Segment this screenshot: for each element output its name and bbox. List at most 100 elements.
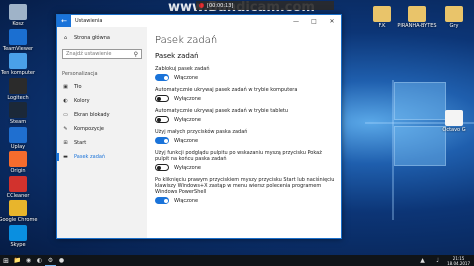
desktop-icon-label: Steam [9, 119, 27, 125]
toggle-state: Włączone [174, 197, 199, 204]
setting-option: Automatycznie ukrywaj pasek zadań w tryb… [155, 87, 337, 102]
toggle-knob [164, 75, 168, 80]
desktop-icon-label: Octavo G [442, 127, 466, 133]
desktop-icon[interactable]: Skype [0, 224, 38, 248]
desktop-icon[interactable]: Google Chrome [0, 200, 38, 223]
toggle-row: Wyłączone [155, 95, 337, 102]
nav-item[interactable]: ▣ Tło [57, 80, 147, 94]
setting-label: Automatycznie ukrywaj pasek zadań w tryb… [155, 108, 289, 114]
toggle-switch[interactable] [155, 137, 169, 144]
desktop-icon[interactable]: PIRANHA-BYTES [397, 6, 437, 29]
uplay-icon [9, 126, 27, 143]
nav-home[interactable]: ⌂ Strona główna [57, 31, 147, 45]
setting-option: Użyj funkcji podglądu pulpitu po wskazan… [155, 150, 337, 171]
setting-label: Automatycznie ukrywaj pasek zadań w tryb… [155, 87, 298, 93]
desktop-icon-label: Gry [449, 23, 459, 29]
desktop-icon[interactable]: Kosz [0, 4, 38, 27]
computer-icon [9, 53, 27, 69]
clock[interactable]: 21:15 18.04.2017 [447, 256, 470, 266]
desktop-icon[interactable]: CCleaner [0, 175, 38, 199]
settings-taskbar-icon[interactable]: ⚙ [45, 255, 56, 266]
setting-label: Po kliknięciu prawym przyciskiem myszy p… [155, 177, 335, 195]
toggle-state: Wyłączone [174, 95, 201, 102]
taskbar-icon: ▬ [63, 154, 68, 160]
desktop-icon[interactable]: Logitech [0, 77, 38, 101]
desktop-icon[interactable]: Gry [434, 6, 474, 29]
desktop-icon-label: Kosz [12, 21, 24, 27]
file-explorer-icon[interactable]: 📁 [12, 255, 23, 266]
bandicam-taskbar-icon[interactable]: ● [56, 255, 67, 266]
back-arrow-icon[interactable]: ← [57, 15, 71, 27]
picture-icon: ▣ [63, 84, 68, 90]
steam-icon [9, 102, 27, 118]
toggle-state: Wyłączone [174, 116, 201, 123]
desktop-icon[interactable]: Steam [0, 102, 38, 125]
desktop-icon-label: Logitech [7, 94, 29, 101]
toggle-switch[interactable] [155, 95, 169, 102]
chrome-taskbar-icon[interactable]: ◉ [23, 255, 34, 266]
toggle-state: Włączone [174, 137, 199, 144]
toggle-knob [157, 117, 161, 122]
toggle-switch[interactable] [155, 116, 169, 123]
toggle-row: Wyłączone [155, 116, 337, 123]
palette-icon: ◐ [63, 98, 68, 104]
start-button[interactable]: ⊞ [0, 255, 12, 266]
toggle-switch[interactable] [155, 74, 169, 81]
nav-home-label: Strona główna [74, 35, 110, 41]
nav-item[interactable]: ▬ Pasek zadań [57, 150, 147, 164]
network-icon[interactable]: ▲ [417, 255, 428, 266]
nav-item[interactable]: ✎ Kompozycje [57, 122, 147, 136]
desktop-icon-label: Google Chrome [0, 217, 38, 223]
recording-indicator: [00:00:13] [196, 1, 334, 10]
desktop-icon-label: Uplay [10, 143, 26, 150]
desktop-icon[interactable]: Octavo G [434, 110, 474, 133]
setting-option: Automatycznie ukrywaj pasek zadań w tryb… [155, 108, 337, 123]
system-tray: ▲ ♩ 21:15 18.04.2017 [417, 255, 470, 266]
toggle-knob [157, 96, 161, 101]
nav-item-label: Kompozycje [74, 126, 104, 132]
skype-icon [9, 224, 27, 241]
volume-icon[interactable]: ♩ [432, 255, 443, 266]
desktop-icon-label: TeamViewer [2, 45, 34, 52]
toggle-knob [157, 165, 161, 170]
setting-option: Użyj małych przycisków paska zadań Włączo… [155, 129, 337, 144]
recording-time: [00:00:13] [207, 2, 234, 9]
section-subtitle: Pasek zadań [155, 52, 199, 60]
taskbar: ⊞ 📁 ◉ ◐ ⚙ ● ▲ ♩ 21:15 18.04.2017 [0, 255, 474, 266]
toggle-row: Wyłączone [155, 164, 337, 171]
start-icon: ⊞ [63, 140, 68, 146]
home-icon: ⌂ [63, 35, 68, 41]
desktop-icon-label: Ten komputer [0, 70, 36, 76]
desktop-icon[interactable]: TeamViewer [0, 28, 38, 52]
setting-label: Zablokuj pasek zadań [155, 66, 210, 72]
nav-item-label: Pasek zadań [74, 154, 106, 160]
close-icon[interactable]: ✕ [323, 15, 341, 27]
desktop-icon[interactable]: F.K [362, 6, 402, 29]
minimize-icon[interactable]: — [287, 15, 305, 27]
toggle-switch[interactable] [155, 164, 169, 171]
settings-window: ← Ustawienia — □ ✕ ⌂ Strona główna Znajd… [56, 14, 342, 239]
bin-icon [9, 4, 27, 20]
logitech-icon [9, 77, 27, 94]
search-input[interactable]: Znajdź ustawienie ⚲ [62, 49, 142, 59]
nav-item[interactable]: ▭ Ekran blokady [57, 108, 147, 122]
desktop-icon-label: Skype [10, 241, 26, 248]
setting-option: Po kliknięciu prawym przyciskiem myszy p… [155, 177, 337, 204]
nav-item[interactable]: ◐ Kolory [57, 94, 147, 108]
steam-taskbar-icon[interactable]: ◐ [34, 255, 45, 266]
desktop-icon[interactable]: Uplay [0, 126, 38, 150]
toggle-state: Wyłączone [174, 164, 201, 171]
maximize-icon[interactable]: □ [305, 15, 323, 27]
page-title: Pasek zadań [155, 35, 218, 46]
toggle-switch[interactable] [155, 197, 169, 204]
desktop-icon[interactable]: Origin [0, 151, 38, 174]
nav-item[interactable]: ⊞ Start [57, 136, 147, 150]
document-icon [445, 110, 463, 126]
window-titlebar: ← Ustawienia — □ ✕ [57, 15, 341, 27]
setting-label: Użyj funkcji podglądu pulpitu po wskazan… [155, 150, 322, 162]
nav-item-label: Ekran blokady [74, 112, 110, 118]
toggle-row: Włączone [155, 197, 337, 204]
chrome-icon [9, 200, 27, 216]
origin-icon [9, 151, 27, 167]
desktop-icon[interactable]: Ten komputer [0, 53, 38, 76]
